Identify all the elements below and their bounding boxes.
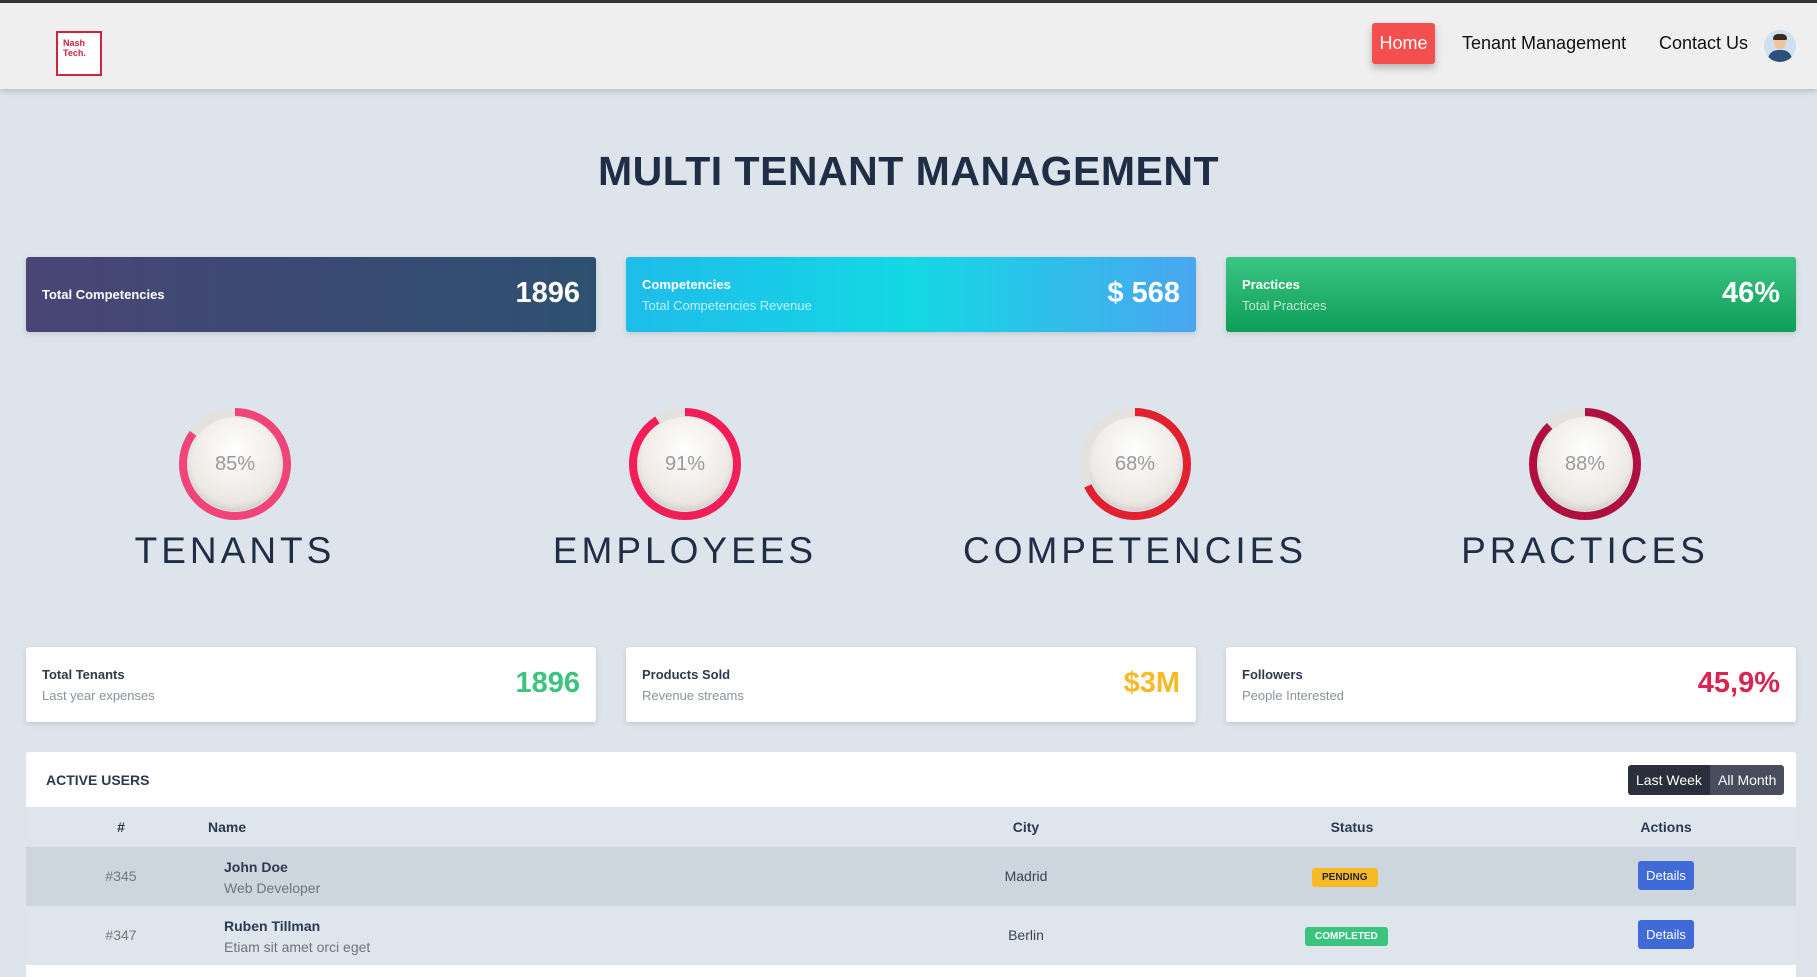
logo-line-1: Nash xyxy=(63,38,86,48)
card-subtitle: Last year expenses xyxy=(42,688,155,703)
column-header-id: # xyxy=(117,819,125,835)
card-subtitle: People Interested xyxy=(1242,688,1344,703)
competencies-gauge: 68% xyxy=(1078,407,1192,521)
status-badge: PENDING xyxy=(1312,868,1378,887)
card-title: Products Sold xyxy=(642,667,731,682)
logo-line-2: Tech. xyxy=(63,48,86,58)
details-button[interactable]: Details xyxy=(1638,861,1694,890)
column-header-city: City xyxy=(1012,819,1040,835)
page-title: MULTI TENANT MANAGEMENT xyxy=(597,148,1220,194)
gauge-value: 88% xyxy=(1564,453,1606,475)
user-avatar[interactable] xyxy=(1764,30,1796,62)
followers-card: Followers People Interested 45,9% xyxy=(1226,647,1796,722)
column-header-actions: Actions xyxy=(1640,819,1692,835)
card-title: Total Tenants xyxy=(42,667,125,682)
row-id: #345 xyxy=(105,868,137,884)
column-header-status: Status xyxy=(1330,819,1374,835)
table-row: #345 John Doe Web Developer Madrid PENDI… xyxy=(26,847,1796,906)
row-city: Berlin xyxy=(1008,927,1044,943)
card-value: $ 568 xyxy=(1107,277,1180,309)
card-value: 45,9% xyxy=(1697,667,1780,699)
gauge-value: 68% xyxy=(1114,453,1156,475)
practices-card: Practices Total Practices 46% xyxy=(1226,257,1796,332)
products-sold-card: Products Sold Revenue streams $3M xyxy=(626,647,1196,722)
nashtech-logo[interactable]: Nash Tech. xyxy=(56,31,102,76)
row-city: Madrid xyxy=(1004,868,1048,884)
competencies-card: Competencies Total Competencies Revenue … xyxy=(626,257,1196,332)
avatar-body xyxy=(1768,50,1792,62)
nav-contact-us-link[interactable]: Contact Us xyxy=(1659,33,1748,54)
practices-gauge: 88% xyxy=(1528,407,1642,521)
tenants-gauge: 85% xyxy=(178,407,292,521)
card-title: Total Competencies xyxy=(42,287,165,302)
card-value: $3M xyxy=(1123,667,1180,699)
column-header-name: Name xyxy=(208,819,247,835)
card-title: Followers xyxy=(1242,667,1303,682)
active-users-panel: ACTIVE USERS Last Week All Month # Name … xyxy=(26,752,1796,977)
gauge-value: 85% xyxy=(214,453,256,475)
card-value: 1896 xyxy=(515,277,580,309)
panel-title: ACTIVE USERS xyxy=(46,772,150,788)
row-name: John Doe xyxy=(224,859,288,875)
status-badge: COMPLETED xyxy=(1305,927,1388,946)
competencies-label: COMPETENCIES xyxy=(962,530,1308,571)
employees-label: EMPLOYEES xyxy=(552,530,818,571)
row-role: Etiam sit amet orci eget xyxy=(224,939,371,955)
navbar: Nash Tech. Home Tenant Management Contac… xyxy=(0,3,1817,89)
card-title: Competencies xyxy=(642,277,731,292)
table-header: # Name City Status Actions xyxy=(26,807,1796,847)
row-role: Web Developer xyxy=(224,880,321,896)
card-subtitle: Revenue streams xyxy=(642,688,744,703)
row-name: Ruben Tillman xyxy=(224,918,321,934)
row-id: #347 xyxy=(105,927,137,943)
card-value: 1896 xyxy=(515,667,580,699)
card-subtitle: Total Practices xyxy=(1242,298,1327,313)
practices-label: PRACTICES xyxy=(1461,530,1709,571)
total-competencies-card: Total Competencies 1896 xyxy=(26,257,596,332)
details-button[interactable]: Details xyxy=(1638,920,1694,949)
last-week-button[interactable]: Last Week xyxy=(1628,765,1710,795)
card-title: Practices xyxy=(1242,277,1300,292)
avatar-hair xyxy=(1773,34,1787,40)
nav-tenant-management-link[interactable]: Tenant Management xyxy=(1462,33,1626,54)
nav-home-button[interactable]: Home xyxy=(1372,23,1435,64)
total-tenants-card: Total Tenants Last year expenses 1896 xyxy=(26,647,596,722)
employees-gauge: 91% xyxy=(628,407,742,521)
table-row: #347 Ruben Tillman Etiam sit amet orci e… xyxy=(26,906,1796,965)
all-month-button[interactable]: All Month xyxy=(1710,765,1785,795)
card-subtitle: Total Competencies Revenue xyxy=(642,298,812,313)
card-value: 46% xyxy=(1721,277,1780,309)
gauge-value: 91% xyxy=(664,453,706,475)
tenants-label: TENANTS xyxy=(134,530,336,571)
